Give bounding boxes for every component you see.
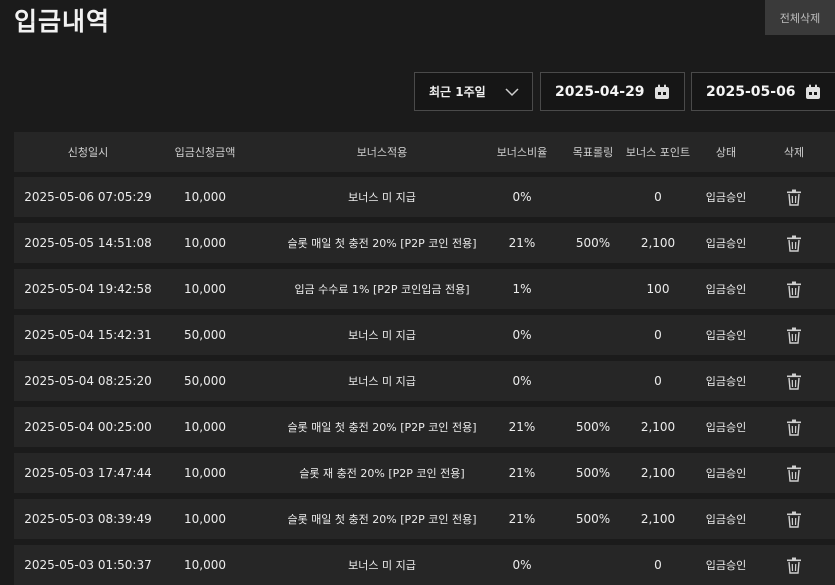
row-bonus: 보너스 미 지급 <box>246 545 518 585</box>
trash-icon[interactable] <box>766 453 822 493</box>
row-rate: 21% <box>490 499 554 539</box>
row-date: 2025-05-03 01:50:37 <box>14 545 162 585</box>
period-select-value: 최근 1주일 <box>429 83 486 100</box>
row-bonus: 슬롯 재 충전 20% [P2P 코인 전용] <box>246 453 518 493</box>
trash-icon[interactable] <box>766 269 822 309</box>
row-status: 입금승인 <box>694 177 758 217</box>
row-point: 0 <box>618 315 698 355</box>
date-from-value: 2025-04-29 <box>555 84 645 100</box>
row-date: 2025-05-04 08:25:20 <box>14 361 162 401</box>
row-status: 입금승인 <box>694 223 758 263</box>
row-date: 2025-05-03 17:47:44 <box>14 453 162 493</box>
row-date: 2025-05-04 00:25:00 <box>14 407 162 447</box>
row-point: 0 <box>618 545 698 585</box>
row-date: 2025-05-05 14:51:08 <box>14 223 162 263</box>
calendar-icon <box>654 84 670 100</box>
chevron-down-icon <box>504 85 520 99</box>
date-to-picker[interactable]: 2025-05-06 <box>691 72 835 111</box>
table-row: 2025-05-04 00:25:0010,000슬롯 매일 첫 충전 20% … <box>14 407 835 447</box>
row-bonus: 보너스 미 지급 <box>246 177 518 217</box>
row-bonus: 보너스 미 지급 <box>246 361 518 401</box>
row-bonus: 슬롯 매일 첫 충전 20% [P2P 코인 전용] <box>246 407 518 447</box>
row-bonus: 보너스 미 지급 <box>246 315 518 355</box>
trash-icon[interactable] <box>766 223 822 263</box>
row-amount: 10,000 <box>164 223 246 263</box>
row-point: 0 <box>618 177 698 217</box>
row-point: 0 <box>618 361 698 401</box>
row-amount: 50,000 <box>164 315 246 355</box>
row-status: 입금승인 <box>694 407 758 447</box>
table-row: 2025-05-06 07:05:2910,000보너스 미 지급0% 0입금승인 <box>14 177 835 217</box>
row-point: 100 <box>618 269 698 309</box>
date-from-picker[interactable]: 2025-04-29 <box>540 72 685 111</box>
row-date: 2025-05-06 07:05:29 <box>14 177 162 217</box>
delete-all-button[interactable]: 전체삭제 <box>765 0 835 35</box>
header-date: 신청일시 <box>14 132 162 172</box>
page-title: 입금내역 <box>14 2 110 38</box>
row-date: 2025-05-03 08:39:49 <box>14 499 162 539</box>
row-rate: 21% <box>490 407 554 447</box>
table-row: 2025-05-04 15:42:3150,000보너스 미 지급0% 0입금승인 <box>14 315 835 355</box>
row-bonus: 입금 수수료 1% [P2P 코인입금 전용] <box>246 269 518 309</box>
row-amount: 10,000 <box>164 545 246 585</box>
row-point: 2,100 <box>618 453 698 493</box>
row-rate: 21% <box>490 223 554 263</box>
table-row: 2025-05-04 08:25:2050,000보너스 미 지급0% 0입금승인 <box>14 361 835 401</box>
table-row: 2025-05-04 19:42:5810,000입금 수수료 1% [P2P … <box>14 269 835 309</box>
trash-icon[interactable] <box>766 177 822 217</box>
date-to-value: 2025-05-06 <box>706 84 796 100</box>
row-amount: 10,000 <box>164 453 246 493</box>
row-rate: 0% <box>490 545 554 585</box>
table-row: 2025-05-03 01:50:3710,000보너스 미 지급0% 0입금승인 <box>14 545 835 585</box>
trash-icon[interactable] <box>766 315 822 355</box>
row-rate: 0% <box>490 177 554 217</box>
trash-icon[interactable] <box>766 407 822 447</box>
row-status: 입금승인 <box>694 545 758 585</box>
row-bonus: 슬롯 매일 첫 충전 20% [P2P 코인 전용] <box>246 499 518 539</box>
row-rate: 21% <box>490 453 554 493</box>
table-header: 신청일시 입금신청금액 보너스적용 보너스비율 목표롤링 보너스 포인트 상태 … <box>14 132 835 172</box>
period-select[interactable]: 최근 1주일 <box>414 72 533 111</box>
header-status: 상태 <box>694 132 758 172</box>
row-rate: 0% <box>490 361 554 401</box>
row-status: 입금승인 <box>694 499 758 539</box>
row-rate: 0% <box>490 315 554 355</box>
header-rate: 보너스비율 <box>490 132 554 172</box>
row-point: 2,100 <box>618 499 698 539</box>
row-amount: 10,000 <box>164 407 246 447</box>
row-rate: 1% <box>490 269 554 309</box>
calendar-icon <box>805 84 821 100</box>
row-date: 2025-05-04 19:42:58 <box>14 269 162 309</box>
row-status: 입금승인 <box>694 315 758 355</box>
row-status: 입금승인 <box>694 453 758 493</box>
table-row: 2025-05-03 08:39:4910,000슬롯 매일 첫 충전 20% … <box>14 499 835 539</box>
row-point: 2,100 <box>618 223 698 263</box>
row-bonus: 슬롯 매일 첫 충전 20% [P2P 코인 전용] <box>246 223 518 263</box>
header-point: 보너스 포인트 <box>618 132 698 172</box>
header-amount: 입금신청금액 <box>164 132 246 172</box>
header-delete: 삭제 <box>766 132 822 172</box>
header-bonus: 보너스적용 <box>246 132 518 172</box>
table-row: 2025-05-05 14:51:0810,000슬롯 매일 첫 충전 20% … <box>14 223 835 263</box>
trash-icon[interactable] <box>766 499 822 539</box>
row-amount: 10,000 <box>164 499 246 539</box>
table-row: 2025-05-03 17:47:4410,000슬롯 재 충전 20% [P2… <box>14 453 835 493</box>
row-status: 입금승인 <box>694 269 758 309</box>
trash-icon[interactable] <box>766 361 822 401</box>
trash-icon[interactable] <box>766 545 822 585</box>
row-point: 2,100 <box>618 407 698 447</box>
row-amount: 10,000 <box>164 269 246 309</box>
row-amount: 10,000 <box>164 177 246 217</box>
row-amount: 50,000 <box>164 361 246 401</box>
row-status: 입금승인 <box>694 361 758 401</box>
row-date: 2025-05-04 15:42:31 <box>14 315 162 355</box>
